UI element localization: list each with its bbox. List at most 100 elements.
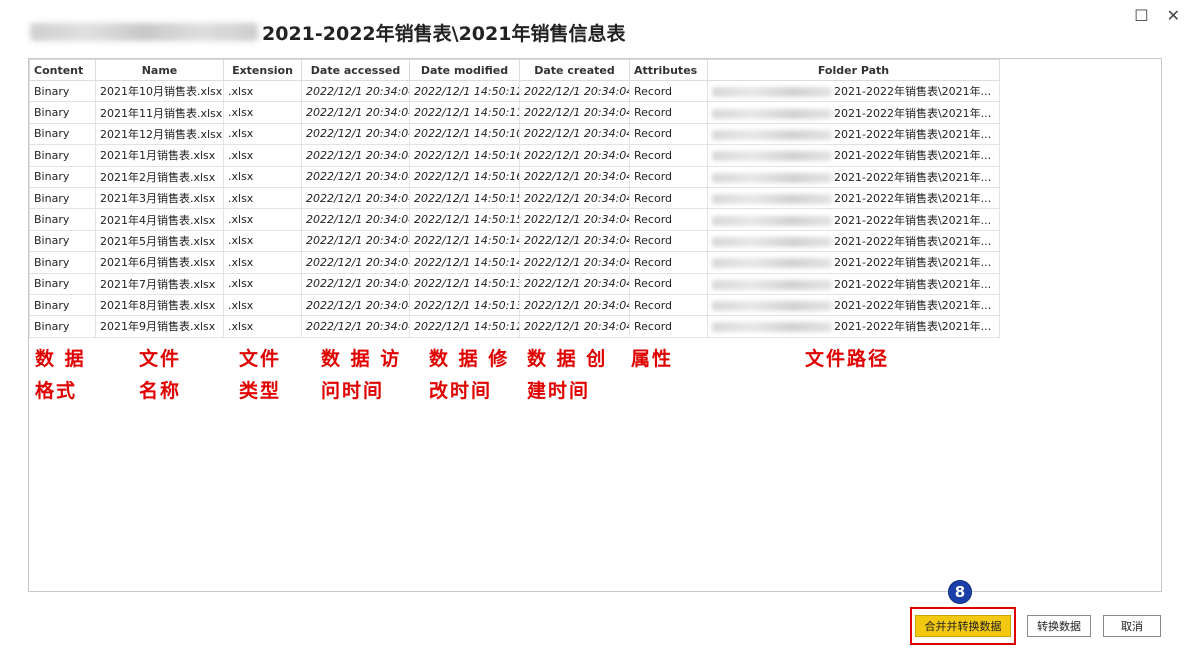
column-header[interactable]: Date created — [519, 59, 630, 81]
annotation-label: 文件路径 — [805, 343, 889, 375]
column-header[interactable]: Name — [95, 59, 224, 81]
table-row[interactable]: Binary 2021年6月销售表.xlsx .xlsx 2022/12/1 20:3… — [29, 251, 1000, 274]
maximize-icon[interactable]: ☐ — [1134, 8, 1148, 24]
table-cell: 2021年8月销售表.xlsx — [95, 293, 224, 317]
table-cell: .xlsx — [223, 101, 302, 124]
table-cell: 2021年11月销售表.xlsx — [95, 101, 224, 124]
table-cell: Binary — [29, 165, 96, 188]
table-row[interactable]: Binary 2021年1月销售表.xlsx .xlsx 2022/12/1 20:3… — [29, 144, 1000, 167]
annotation-line: 属性 — [631, 348, 674, 370]
table-cell: Record — [629, 251, 708, 274]
table-cell: 2021年4月销售表.xlsx — [95, 208, 224, 231]
table-cell: 2022/12/1 20:34:04 — [301, 79, 410, 103]
table-cell: 2021年2月销售表.xlsx — [95, 165, 224, 188]
step-badge: 8 — [948, 580, 972, 604]
table-cell: 2022/12/1 20:34:04 — [519, 251, 630, 274]
table-cell: 2021-2022年销售表\2021年... — [707, 315, 1000, 338]
folder-path-text: 2021-2022年销售表\2021年... — [834, 256, 992, 270]
table-cell: Record — [629, 315, 708, 338]
folder-path-text: 2021-2022年销售表\2021年... — [834, 234, 992, 248]
folder-path-text: 2021-2022年销售表\2021年... — [834, 85, 992, 99]
folder-path-text: 2021-2022年销售表\2021年... — [834, 149, 992, 163]
table-cell: Binary — [29, 251, 96, 274]
table-cell: 2021年3月销售表.xlsx — [95, 186, 224, 210]
table-cell: 2021-2022年销售表\2021年... — [707, 122, 1000, 146]
table-row[interactable]: Binary 2021年10月销售表.xlsx .xlsx 2022/12/1 20:… — [29, 79, 1000, 103]
column-header[interactable]: Date accessed — [301, 59, 410, 81]
table-cell: 2021-2022年销售表\2021年... — [707, 79, 1000, 103]
table-row[interactable]: Binary 2021年8月销售表.xlsx .xlsx 2022/12/1 20:3… — [29, 293, 1000, 317]
table-row[interactable]: Binary 2021年5月销售表.xlsx .xlsx 2022/12/1 20:3… — [29, 229, 1000, 253]
transform-data-button[interactable]: 转换数据 — [1027, 615, 1091, 637]
preview-panel[interactable]: Content Name Extension Date accessed Date mo… — [28, 58, 1162, 592]
table-cell: Binary — [29, 272, 96, 295]
files-table: Content Name Extension Date accessed Date mo… — [29, 59, 1000, 338]
column-header[interactable]: Folder Path — [707, 59, 1000, 81]
annotation-line: 文件路径 — [805, 348, 890, 370]
dialog-title: 2021-2022年销售表\2021年销售信息表 — [30, 14, 625, 50]
table-cell: 2022/12/1 20:34:04 — [301, 186, 410, 210]
table-cell: 2022/12/1 14:50:15 — [409, 186, 520, 210]
table-cell: Record — [629, 186, 708, 210]
column-header[interactable]: Date modified — [409, 59, 520, 81]
redacted-path-prefix — [712, 258, 832, 269]
folder-path-text: 2021-2022年销售表\2021年... — [834, 170, 992, 184]
column-header[interactable]: Extension — [223, 59, 302, 81]
table-cell: .xlsx — [223, 79, 302, 103]
table-row[interactable]: Binary 2021年4月销售表.xlsx .xlsx 2022/12/1 20:3… — [29, 208, 1000, 231]
table-row[interactable]: Binary 2021年11月销售表.xlsx .xlsx 2022/12/1 20:… — [29, 101, 1000, 124]
close-icon[interactable]: ✕ — [1167, 8, 1180, 24]
table-cell: Binary — [29, 229, 96, 253]
cancel-button[interactable]: 取消 — [1103, 615, 1161, 637]
table-cell: 2022/12/1 14:50:16 — [409, 144, 520, 167]
table-row[interactable]: Binary 2021年2月销售表.xlsx .xlsx 2022/12/1 20:3… — [29, 165, 1000, 188]
annotation-label: 数 据 修改时间 — [429, 343, 509, 407]
table-cell: .xlsx — [223, 229, 302, 253]
table-cell: 2021-2022年销售表\2021年... — [707, 272, 1000, 295]
table-cell: 2021-2022年销售表\2021年... — [707, 144, 1000, 167]
table-cell: Record — [629, 79, 708, 103]
annotation-label: 属性 — [631, 343, 673, 375]
column-header[interactable]: Content — [29, 59, 96, 81]
table-cell: 2021年9月销售表.xlsx — [95, 315, 224, 338]
table-cell: Binary — [29, 293, 96, 317]
table-row[interactable]: Binary 2021年7月销售表.xlsx .xlsx 2022/12/1 20:3… — [29, 272, 1000, 295]
table-header-row: Content Name Extension Date accessed Date mo… — [29, 59, 1000, 81]
table-cell: Record — [629, 293, 708, 317]
table-cell: 2022/12/1 20:34:04 — [519, 144, 630, 167]
redacted-path-prefix — [712, 172, 832, 183]
table-cell: Binary — [29, 144, 96, 167]
table-cell: Record — [629, 229, 708, 253]
table-cell: 2022/12/1 20:34:04 — [519, 229, 630, 253]
annotation-line: 文件 — [139, 348, 182, 370]
table-cell: 2022/12/1 14:50:14 — [409, 251, 520, 274]
table-cell: Record — [629, 122, 708, 146]
table-cell: 2022/12/1 20:34:04 — [519, 293, 630, 317]
table-cell: 2021年5月销售表.xlsx — [95, 229, 224, 253]
annotation-label: 数 据 访问时间 — [321, 343, 401, 407]
folder-path-text: 2021-2022年销售表\2021年... — [834, 213, 992, 227]
annotation-line: 改时间 — [429, 380, 493, 402]
table-cell: Binary — [29, 101, 96, 124]
table-cell: 2022/12/1 14:50:11 — [409, 101, 520, 124]
redacted-path-prefix — [712, 151, 832, 162]
table-cell: Binary — [29, 186, 96, 210]
table-cell: 2022/12/1 20:34:04 — [301, 165, 410, 188]
table-cell: Record — [629, 165, 708, 188]
table-cell: 2021-2022年销售表\2021年... — [707, 101, 1000, 124]
redacted-path-prefix — [712, 108, 832, 119]
title-text: 2021-2022年销售表\2021年销售信息表 — [262, 22, 626, 45]
column-header[interactable]: Attributes — [629, 59, 708, 81]
annotation-label: 文件 名称 — [139, 343, 181, 407]
table-row[interactable]: Binary 2021年3月销售表.xlsx .xlsx 2022/12/1 20:3… — [29, 186, 1000, 210]
redacted-path-prefix — [712, 322, 832, 333]
table-cell: 2021年6月销售表.xlsx — [95, 251, 224, 274]
table-cell: 2022/12/1 14:50:10 — [409, 122, 520, 146]
table-cell: Binary — [29, 315, 96, 338]
table-cell: 2022/12/1 20:34:04 — [519, 79, 630, 103]
redacted-path-prefix — [30, 23, 258, 41]
table-row[interactable]: Binary 2021年12月销售表.xlsx .xlsx 2022/12/1 20:… — [29, 122, 1000, 146]
table-cell: 2021年12月销售表.xlsx — [95, 122, 224, 146]
combine-transform-button[interactable]: 合并并转换数据 — [915, 615, 1011, 637]
table-row[interactable]: Binary 2021年9月销售表.xlsx .xlsx 2022/12/1 20:3… — [29, 315, 1000, 338]
